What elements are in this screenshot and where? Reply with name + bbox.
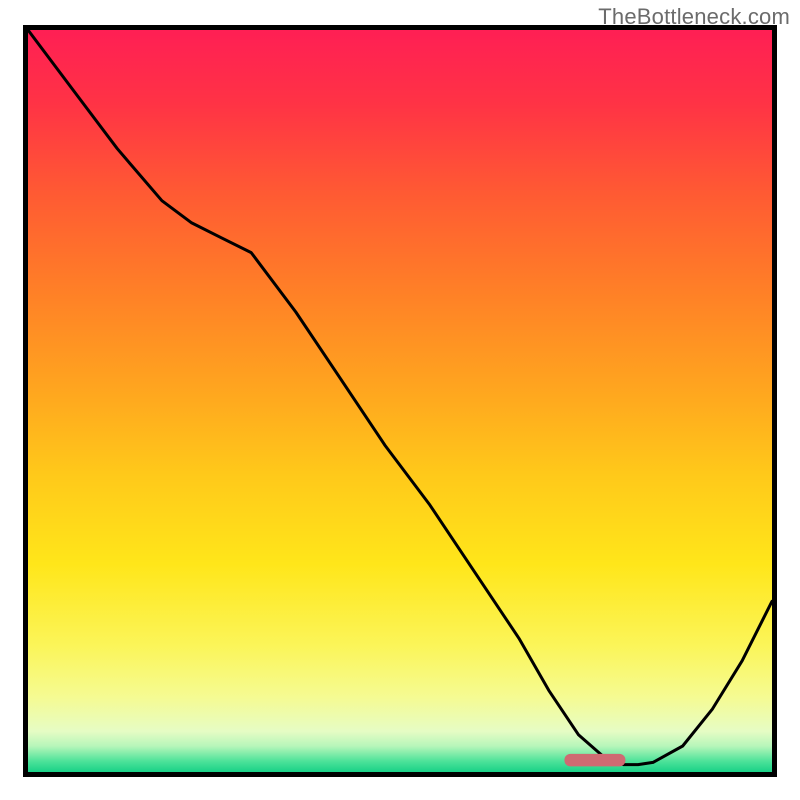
bottleneck-chart-svg [0,0,800,800]
watermark-text: TheBottleneck.com [598,4,790,30]
chart-container: TheBottleneck.com [0,0,800,800]
